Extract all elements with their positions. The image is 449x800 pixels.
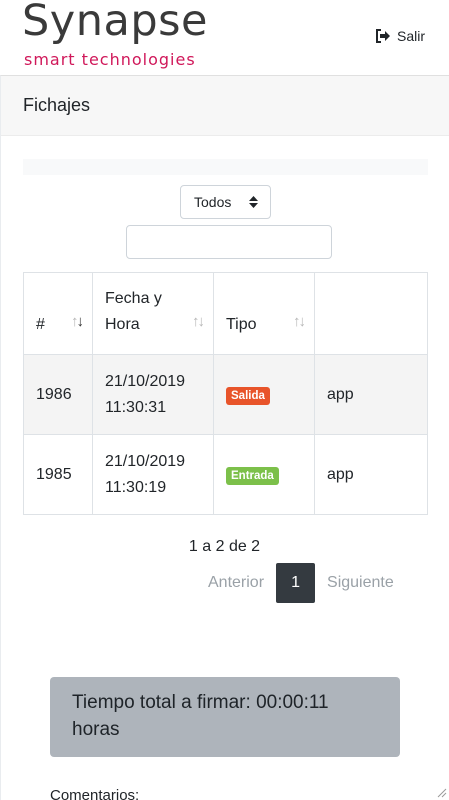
- cell-datetime: 21/10/2019 11:30:19: [92, 434, 214, 515]
- table-row[interactable]: 1985 21/10/2019 11:30:19 Entrada app: [23, 434, 428, 515]
- cell-id: 1985: [23, 434, 93, 515]
- cell-time: 11:30:31: [105, 398, 167, 416]
- brand-tagline: smart technologies: [24, 50, 196, 69]
- brand-logo: Synapse smart technologies: [22, 0, 208, 69]
- column-label-id: #: [36, 316, 45, 333]
- column-header-date[interactable]: Fecha y Hora ↑↓: [92, 272, 214, 355]
- pagination: Anterior 1 Siguiente: [200, 563, 402, 603]
- total-time-summary: Tiempo total a firmar: 00:00:11 horas: [50, 677, 400, 757]
- resize-handle-icon[interactable]: [435, 786, 447, 798]
- sort-icon: ↑↓: [192, 313, 205, 330]
- sort-icon: ↑↓: [293, 313, 306, 330]
- pagination-next[interactable]: Siguiente: [319, 574, 402, 592]
- pagination-previous[interactable]: Anterior: [200, 574, 272, 592]
- cell-time: 11:30:19: [105, 478, 167, 496]
- cell-source: app: [314, 354, 428, 435]
- toolbar-strip: [23, 159, 428, 175]
- cell-date: 21/10/2019: [105, 452, 186, 470]
- pagination-page-current[interactable]: 1: [276, 563, 316, 603]
- column-header-source: [314, 272, 428, 355]
- table-header-row: # ↑↓ Fecha y Hora ↑↓ Tipo ↑↓: [23, 272, 428, 355]
- column-label-date-line2: Hora: [105, 316, 140, 333]
- search-input[interactable]: [126, 225, 332, 259]
- status-badge-salida: Salida: [226, 386, 270, 405]
- logout-label: Salir: [396, 28, 425, 44]
- status-badge-entrada: Entrada: [226, 466, 279, 485]
- card-title: Fichajes: [1, 76, 449, 136]
- type-filter-select[interactable]: Todos: [180, 185, 271, 219]
- comments-label: Comentarios:: [50, 787, 140, 800]
- type-filter-value: Todos: [194, 194, 232, 210]
- logout-button[interactable]: Salir: [375, 28, 425, 44]
- column-label-date-line1: Fecha y: [105, 290, 162, 307]
- column-header-id[interactable]: # ↑↓: [23, 272, 93, 355]
- cell-type: Entrada: [213, 434, 315, 515]
- cell-type: Salida: [213, 354, 315, 435]
- sign-out-icon: [375, 29, 390, 43]
- brand-name: Synapse: [22, 0, 208, 46]
- sort-caret-icon: [249, 196, 258, 208]
- column-label-type: Tipo: [226, 316, 257, 333]
- cell-id: 1986: [23, 354, 93, 435]
- table-row[interactable]: 1986 21/10/2019 11:30:31 Salida app: [23, 354, 428, 435]
- cell-source: app: [314, 434, 428, 515]
- column-header-type[interactable]: Tipo ↑↓: [213, 272, 315, 355]
- fichajes-table: # ↑↓ Fecha y Hora ↑↓ Tipo ↑↓ 1986 21/10/…: [23, 272, 428, 515]
- cell-datetime: 21/10/2019 11:30:31: [92, 354, 214, 435]
- cell-date: 21/10/2019: [105, 372, 186, 390]
- pagination-info: 1 a 2 de 2: [188, 538, 261, 555]
- sort-icon: ↑↓: [71, 313, 84, 330]
